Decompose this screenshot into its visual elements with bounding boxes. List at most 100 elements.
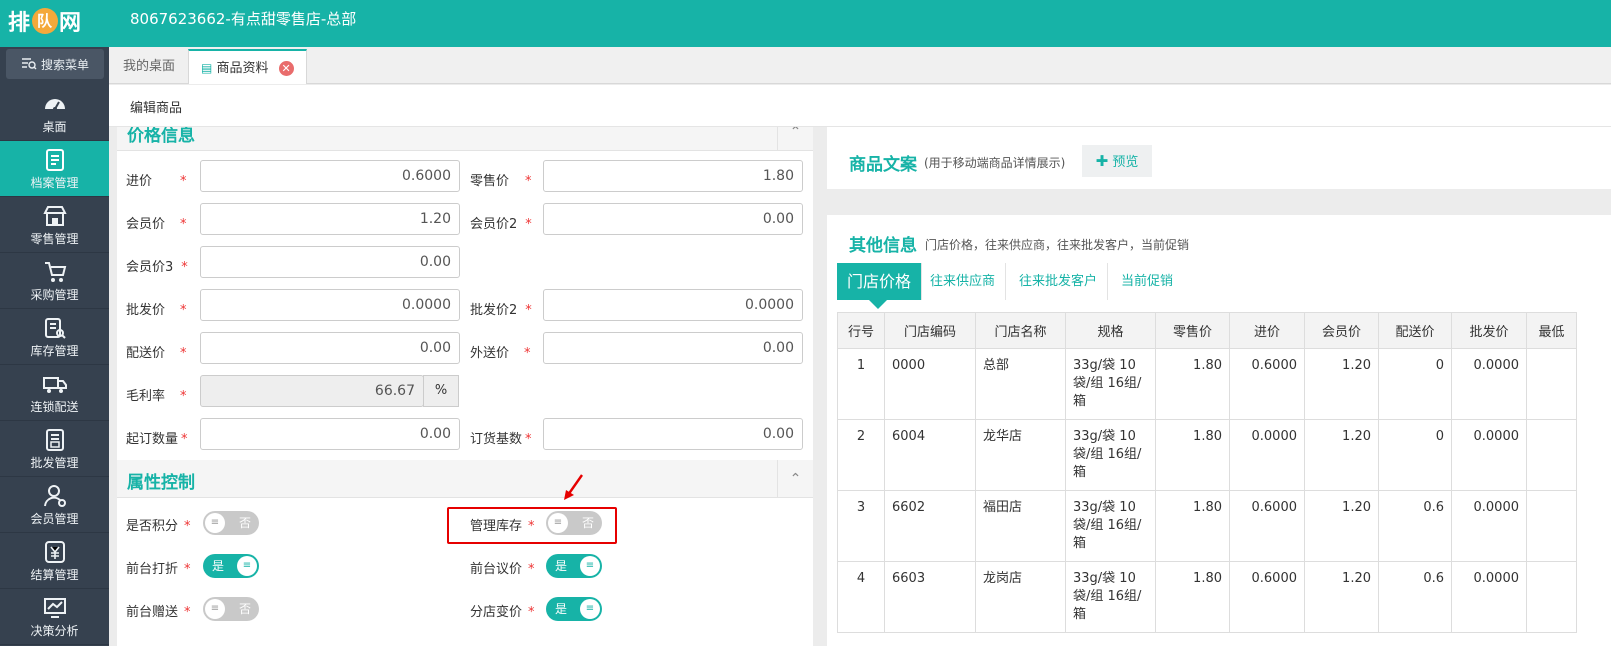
column-header[interactable]: 行号 (837, 312, 885, 349)
cell-distribution-price: 0.6 (1378, 490, 1452, 562)
preview-label: 预览 (1112, 155, 1139, 170)
close-icon[interactable]: ✕ (278, 61, 294, 76)
cart-icon (44, 262, 66, 282)
sidebar-item-retail[interactable]: 零售管理 (0, 197, 109, 253)
cell-store-code: 0000 (884, 348, 976, 420)
cell-wholesale-price: 0.0000 (1451, 348, 1527, 420)
sidebar-label: 会员管理 (30, 512, 79, 526)
column-header[interactable]: 规格 (1065, 312, 1156, 349)
sidebar-item-settlement[interactable]: 结算管理 (0, 533, 109, 589)
table-row[interactable]: 3 6602 福田店 33g/袋 10袋/组 16组/箱 1.80 0.6000… (837, 490, 1577, 562)
chart-icon (43, 598, 66, 618)
sidebar-item-purchase[interactable]: 采购管理 (0, 253, 109, 309)
tab-label: 商品资料 (216, 61, 269, 76)
sidebar-item-archive[interactable]: 档案管理 (0, 141, 109, 197)
bianjia-toggle[interactable]: 是 ≡ (546, 597, 602, 621)
zengsong-toggle[interactable]: ≡ 否 (203, 597, 259, 621)
menu-search-button[interactable]: 搜索菜单 (6, 49, 104, 79)
huiyuan2-input[interactable]: 0.00 (543, 203, 803, 235)
store-price-table: 行号 门店编码 门店名称 规格 零售价 进价 会员价 配送价 批发价 最低 1 … (837, 312, 1577, 633)
dinghuo-input[interactable]: 0.00 (543, 418, 803, 450)
cell-min-price (1526, 348, 1577, 420)
huiyuan3-input[interactable]: 0.00 (200, 246, 460, 278)
store-icon (42, 206, 67, 226)
sidebar-item-wholesale[interactable]: 批发管理 (0, 421, 109, 477)
huiyuan-input[interactable]: 1.20 (200, 203, 460, 235)
page-subheader: 编辑商品 (109, 85, 1611, 127)
toggle-state: 否 (238, 516, 251, 530)
jifen-toggle[interactable]: ≡ 否 (203, 511, 259, 535)
tab-store-price[interactable]: 门店价格 (837, 263, 923, 300)
cell-cost-price: 0.6000 (1229, 348, 1305, 420)
archive-icon (45, 149, 64, 171)
column-header[interactable]: 会员价 (1304, 312, 1379, 349)
tab-product-info[interactable]: ▤ 商品资料 ✕ (188, 49, 307, 84)
sidebar-item-inventory[interactable]: 库存管理 (0, 309, 109, 365)
menu-search-icon (21, 58, 37, 70)
label-zengsong: 前台赠送 * (126, 605, 191, 620)
user-icon (43, 485, 66, 507)
other-panel-subtitle: 门店价格，往来供应商，往来批发客户，当前促销 (925, 238, 1190, 252)
other-panel-title: 其他信息 (849, 236, 917, 256)
table-row[interactable]: 4 6603 龙岗店 33g/袋 10袋/组 16组/箱 1.80 0.6000… (837, 561, 1577, 633)
tab-promotions[interactable]: 当前促销 (1111, 263, 1183, 300)
cell-retail-price: 1.80 (1155, 490, 1230, 562)
yijia-toggle[interactable]: 是 ≡ (546, 554, 602, 578)
sidebar-item-analysis[interactable]: 决策分析 (0, 589, 109, 645)
tab-wholesale-customers[interactable]: 往来批发客户 (1009, 263, 1109, 300)
sidebar-label: 批发管理 (30, 456, 79, 470)
copy-panel-title: 商品文案 (849, 155, 917, 175)
toggle-state: 是 (212, 559, 225, 573)
cell-index: 3 (837, 490, 885, 562)
cell-store-code: 6603 (884, 561, 976, 633)
column-header[interactable]: 零售价 (1155, 312, 1230, 349)
preview-button[interactable]: ✚ 预览 (1082, 145, 1152, 177)
dashboard-icon (44, 99, 65, 111)
toggle-state: 是 (555, 602, 568, 616)
cell-index: 2 (837, 419, 885, 491)
cell-store-name: 总部 (975, 348, 1066, 420)
tab-my-desktop[interactable]: 我的桌面 (111, 49, 187, 84)
cell-distribution-price: 0 (1378, 419, 1452, 491)
waisong-input[interactable]: 0.00 (543, 332, 803, 364)
table-row[interactable]: 2 6004 龙华店 33g/袋 10袋/组 16组/箱 1.80 0.0000… (837, 419, 1577, 491)
top-bar: 排队网 8067623662-有点甜零售店-总部 (0, 0, 1611, 47)
label-peisong: 配送价 * (126, 346, 187, 361)
qiding-input[interactable]: 0.00 (200, 418, 460, 450)
column-header[interactable]: 配送价 (1378, 312, 1452, 349)
maoli-input: 66.67 (200, 375, 424, 407)
column-header[interactable]: 进价 (1229, 312, 1305, 349)
jinjia-input[interactable]: 0.6000 (200, 160, 460, 192)
collapse-up-icon[interactable]: ⌃ (777, 460, 813, 498)
tab-suppliers[interactable]: 往来供应商 (920, 263, 1007, 300)
table-row[interactable]: 1 0000 总部 33g/袋 10袋/组 16组/箱 1.80 0.6000 … (837, 348, 1577, 420)
collapse-up-icon[interactable]: ⌃ (777, 127, 813, 151)
lingshou-input[interactable]: 1.80 (543, 160, 803, 192)
label-pifa: 批发价 * (126, 303, 187, 318)
label-lingshou: 零售价 * (470, 174, 532, 189)
label-yijia: 前台议价 * (470, 562, 535, 577)
column-header[interactable]: 最低 (1526, 312, 1577, 349)
logo-text-left: 排 (8, 11, 32, 36)
column-header[interactable]: 门店编码 (884, 312, 976, 349)
pifa-input[interactable]: 0.0000 (200, 289, 460, 321)
dazhe-toggle[interactable]: 是 ≡ (203, 554, 259, 578)
column-header[interactable]: 门店名称 (975, 312, 1066, 349)
column-header[interactable]: 批发价 (1451, 312, 1527, 349)
cell-member-price: 1.20 (1304, 561, 1379, 633)
section-title: 属性控制 (127, 473, 195, 493)
truck-icon (42, 377, 67, 393)
cell-index: 1 (837, 348, 885, 420)
cell-distribution-price: 0.6 (1378, 561, 1452, 633)
sidebar-item-member[interactable]: 会员管理 (0, 477, 109, 533)
logo-mascot: 队 (32, 8, 59, 34)
label-qiding: 起订数量 * (126, 432, 188, 447)
sidebar-item-distribution[interactable]: 连锁配送 (0, 365, 109, 421)
percent-addon: % (423, 375, 459, 407)
toggle-knob-icon: ≡ (237, 556, 257, 576)
cell-min-price (1526, 419, 1577, 491)
peisong-input[interactable]: 0.00 (200, 332, 460, 364)
pifa2-input[interactable]: 0.0000 (543, 289, 803, 321)
cell-cost-price: 0.0000 (1229, 419, 1305, 491)
sidebar-item-desktop[interactable]: 桌面 (0, 85, 109, 141)
